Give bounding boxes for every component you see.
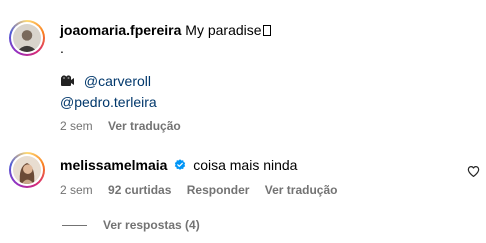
comment-mention-line: @carveroll bbox=[60, 72, 151, 90]
comment-meta: 2 sem Ver tradução bbox=[60, 118, 193, 134]
comment-header: melissamelmaia coisa mais ninda bbox=[60, 156, 297, 174]
mention-link[interactable]: @pedro.terleira bbox=[60, 94, 157, 110]
comment-time: 2 sem bbox=[60, 119, 93, 133]
comment-text: My paradise bbox=[185, 22, 271, 38]
avatar[interactable] bbox=[9, 152, 45, 188]
comment-text: coisa mais ninda bbox=[193, 157, 298, 173]
avatar-photo bbox=[13, 156, 41, 184]
mention-link[interactable]: @carveroll bbox=[84, 73, 151, 89]
comment-username[interactable]: joaomaria.fpereira bbox=[60, 22, 181, 38]
divider-line bbox=[62, 224, 87, 226]
reply-button[interactable]: Responder bbox=[187, 183, 250, 197]
comment-meta: 2 sem 92 curtidas Responder Ver tradução bbox=[60, 182, 349, 198]
comment-time: 2 sem bbox=[60, 183, 93, 197]
avatar-photo bbox=[13, 24, 41, 52]
view-replies-label: Ver respostas (4) bbox=[103, 218, 200, 232]
comment-username[interactable]: melissamelmaia bbox=[60, 157, 167, 173]
emoji-placeholder-icon bbox=[262, 25, 271, 36]
verified-badge-icon bbox=[175, 159, 186, 170]
likes-count-button[interactable]: 92 curtidas bbox=[108, 183, 171, 197]
comment-text-line: . bbox=[60, 40, 64, 56]
view-replies-button[interactable]: Ver respostas (4) bbox=[62, 217, 200, 233]
avatar[interactable] bbox=[9, 20, 45, 56]
comment-mention-line: @pedro.terleira bbox=[60, 93, 157, 111]
comment-header: joaomaria.fpereira My paradise bbox=[60, 21, 271, 39]
heart-icon[interactable] bbox=[467, 165, 480, 178]
translate-button[interactable]: Ver tradução bbox=[108, 119, 181, 133]
camera-icon bbox=[60, 74, 75, 88]
translate-button[interactable]: Ver tradução bbox=[265, 183, 338, 197]
